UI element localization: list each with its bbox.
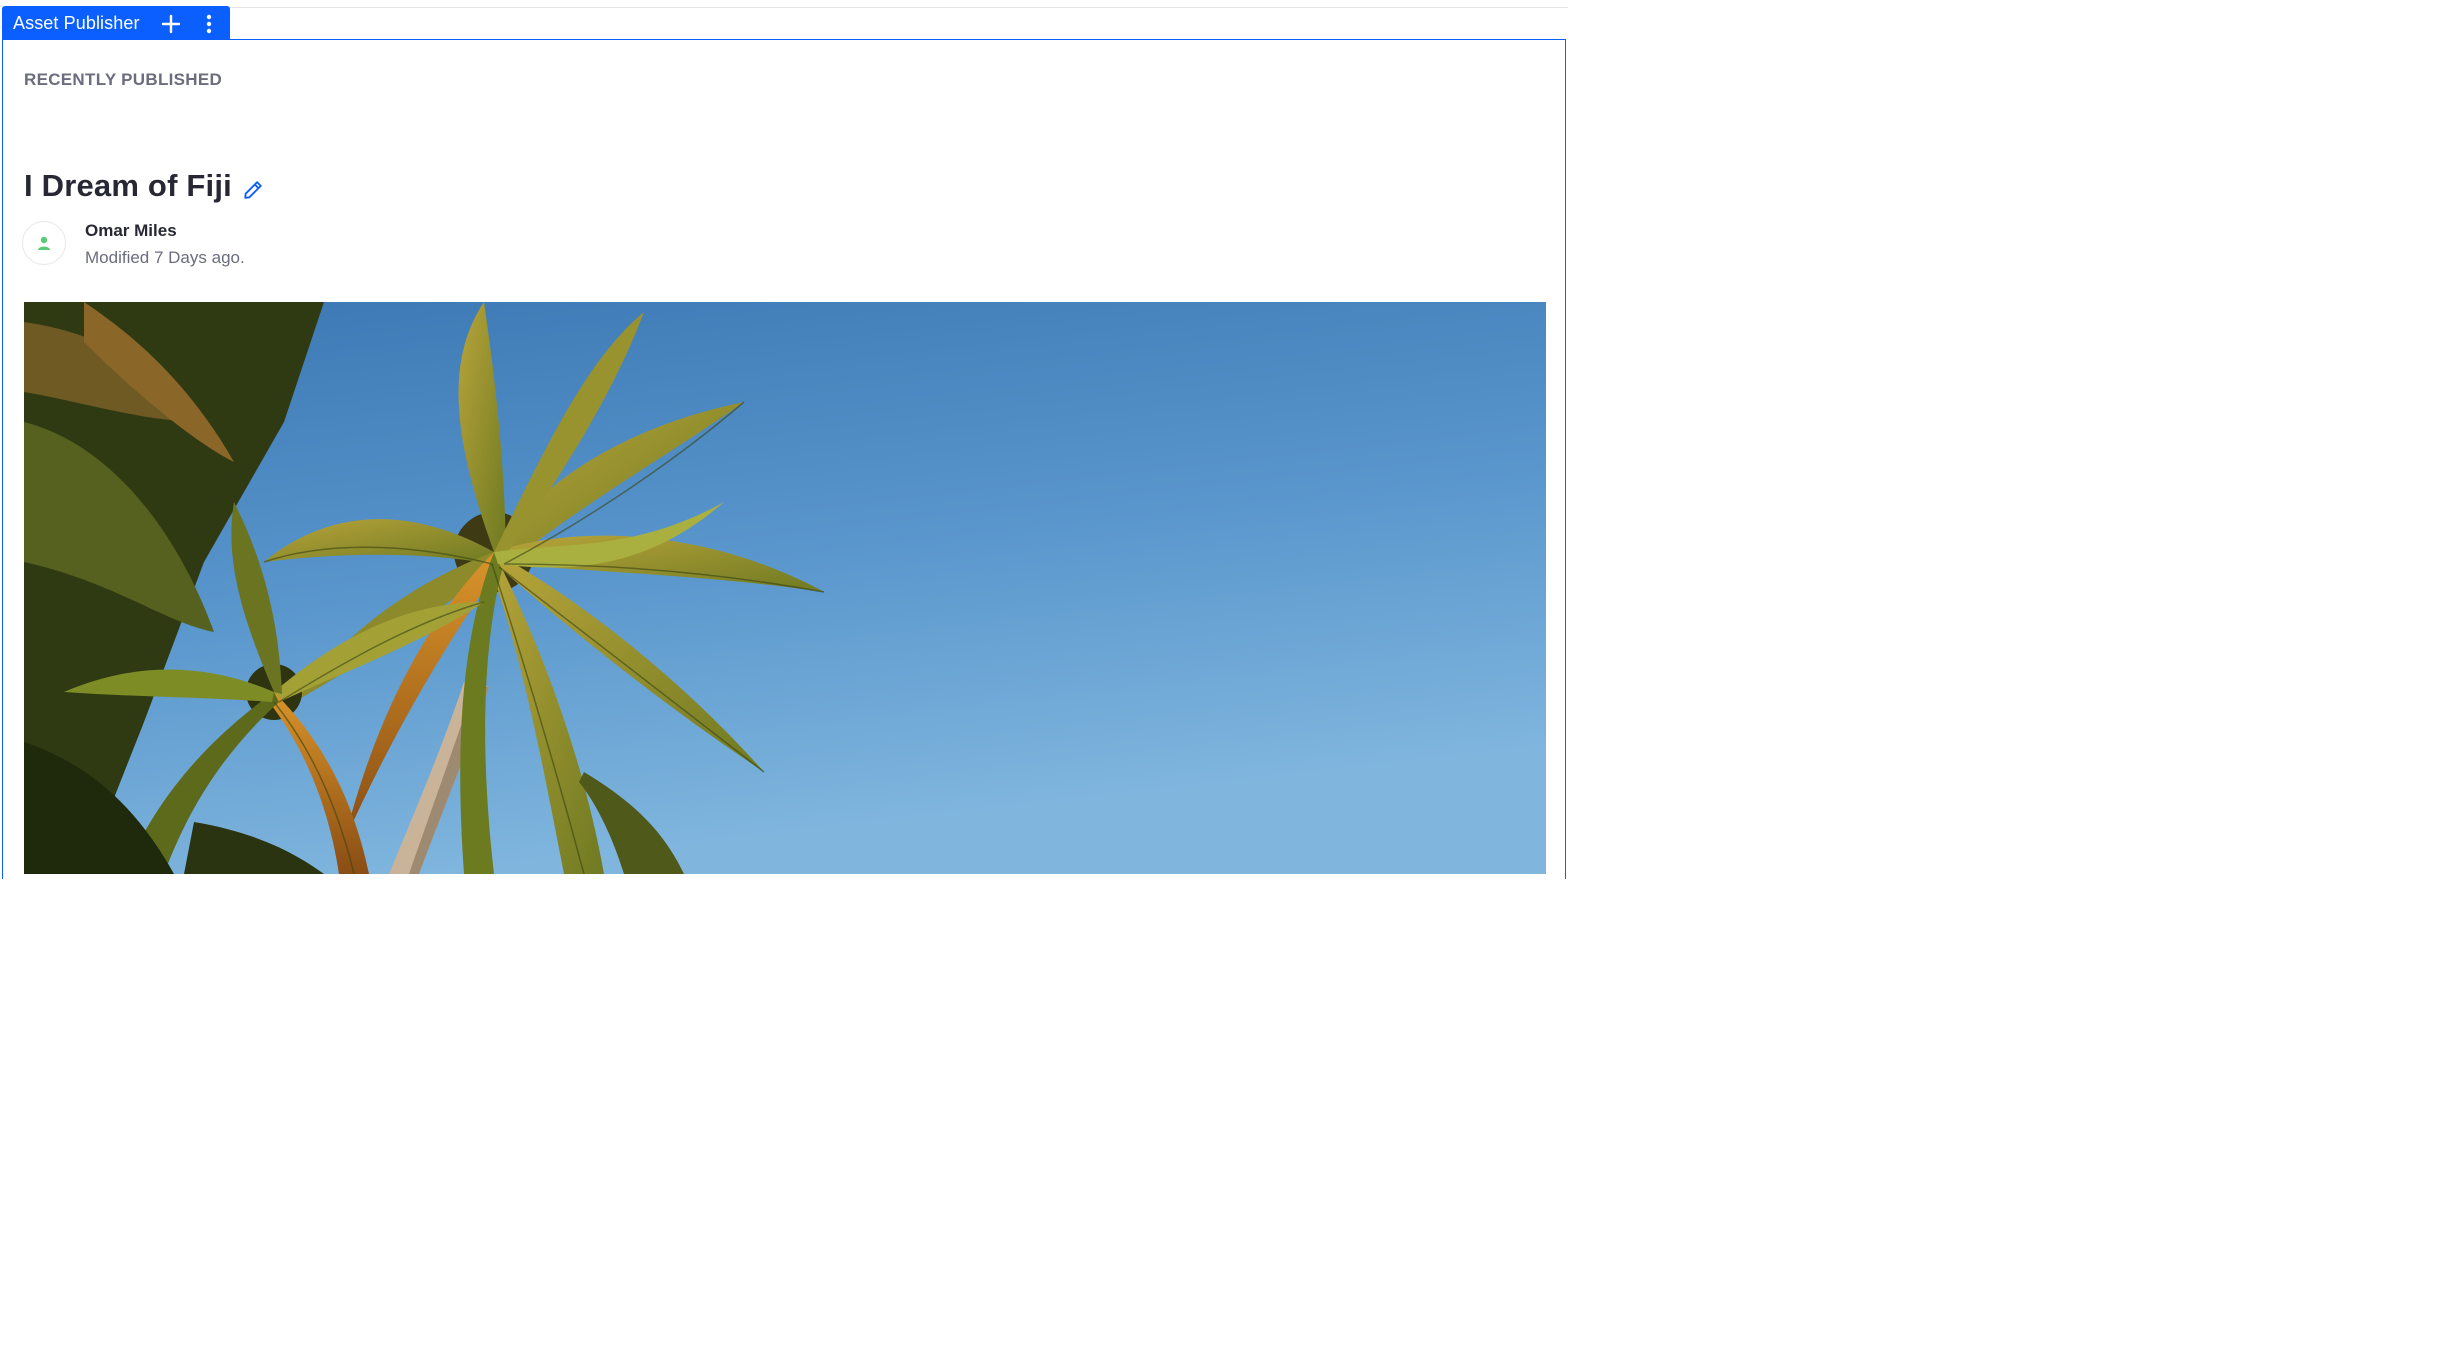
author-name: Omar Miles — [85, 221, 177, 240]
portlet-topper: Asset Publisher — [2, 6, 230, 40]
kebab-vertical-icon — [206, 14, 212, 34]
pencil-icon[interactable] — [242, 179, 264, 201]
page-top-divider — [229, 7, 1568, 8]
add-content-button[interactable] — [160, 13, 182, 35]
plus-icon — [161, 14, 181, 34]
user-icon — [38, 236, 50, 250]
modified-date: Modified 7 Days ago. — [85, 248, 245, 267]
portlet-title: Asset Publisher — [13, 12, 140, 33]
author-avatar — [22, 221, 66, 265]
portlet-options-button[interactable] — [198, 13, 220, 35]
asset-title[interactable]: I Dream of Fiji — [24, 168, 232, 204]
asset-header: I Dream of Fiji — [24, 168, 264, 204]
section-title: RECENTLY PUBLISHED — [24, 70, 223, 89]
asset-cover-image — [24, 302, 1546, 874]
